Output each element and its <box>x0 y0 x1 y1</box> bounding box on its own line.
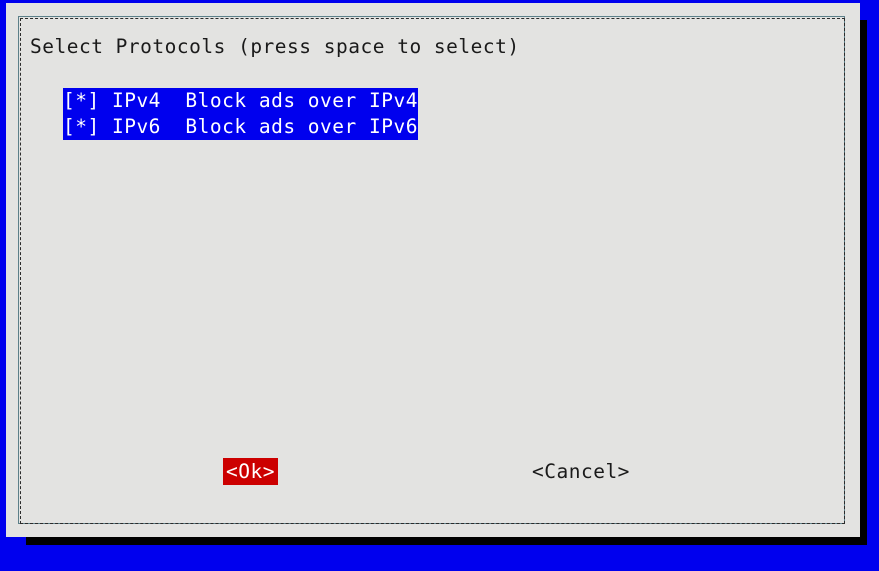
cancel-button[interactable]: <Cancel> <box>529 458 633 485</box>
ok-button[interactable]: <Ok> <box>223 458 278 485</box>
screen-edge-left <box>0 0 6 571</box>
screen-edge-bottom <box>0 554 879 571</box>
dialog-title: Select Protocols (press space to select) <box>30 35 520 58</box>
list-item[interactable]: [*] IPv4 Block ads over IPv4 <box>63 88 418 114</box>
list-item[interactable]: [*] IPv6 Block ads over IPv6 <box>63 114 418 140</box>
screen-edge-right <box>867 0 879 571</box>
protocol-selection-dialog: Select Protocols (press space to select)… <box>0 3 860 537</box>
dialog-button-bar: <Ok> <Cancel> <box>0 458 860 488</box>
protocol-option-list[interactable]: [*] IPv4 Block ads over IPv4 [*] IPv6 Bl… <box>63 88 418 140</box>
screen-edge-top <box>0 0 879 3</box>
terminal-screen: Select Protocols (press space to select)… <box>0 0 879 571</box>
